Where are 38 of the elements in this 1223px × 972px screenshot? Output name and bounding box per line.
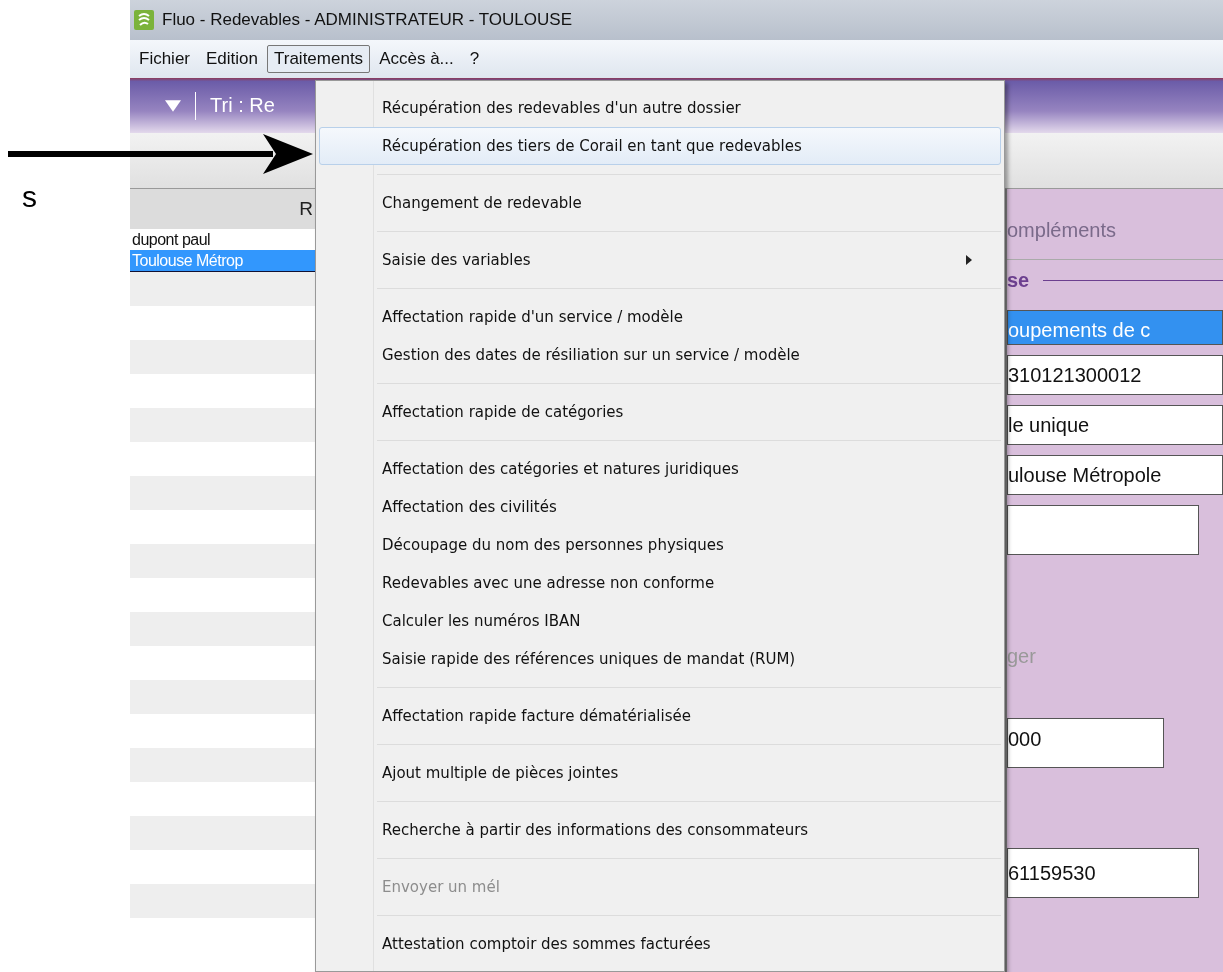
text-field[interactable]: ulouse Métropole xyxy=(1007,455,1223,495)
menu-bar-item[interactable]: Fichier xyxy=(132,45,197,73)
menu-item[interactable]: Affectation des catégories et natures juridiques xyxy=(319,450,1001,488)
menu-item[interactable]: Redevables avec une adresse non conforme xyxy=(319,564,1001,602)
column-header[interactable]: R xyxy=(130,189,315,229)
menu-item[interactable]: Ajout multiple de pièces jointes xyxy=(319,754,1001,792)
text-field[interactable]: 000 xyxy=(1007,718,1164,768)
menu-item[interactable]: Affectation rapide d'un service / modèle xyxy=(319,298,1001,336)
text-field[interactable]: 61159530 xyxy=(1007,848,1199,898)
menu-item[interactable]: Affectation rapide de catégories xyxy=(319,393,1001,431)
menu-item[interactable]: Découpage du nom des personnes physiques xyxy=(319,526,1001,564)
sort-label: Tri : Re xyxy=(210,94,275,117)
menu-item[interactable]: Récupération des redevables d'un autre dossier xyxy=(319,89,1001,127)
menu-item[interactable]: Calculer les numéros IBAN xyxy=(319,602,1001,640)
menu-item[interactable]: Gestion des dates de résiliation sur un service / modèle xyxy=(319,336,1001,374)
menu-bar-item[interactable]: Traitements xyxy=(267,45,371,73)
menu-item[interactable]: Attestation comptoir des sommes facturées xyxy=(319,925,1001,963)
text-field[interactable]: 310121300012 xyxy=(1007,355,1223,395)
menu-item[interactable]: Changement de redevable xyxy=(319,184,1001,222)
menu-bar-item[interactable]: ? xyxy=(462,45,487,73)
menu-item[interactable]: Recherche à partir des informations des consommateurs xyxy=(319,811,1001,849)
section-title: se xyxy=(1007,268,1030,292)
window-title: Fluo - Redevables - ADMINISTRATEUR - TOULOUSE xyxy=(162,10,572,30)
text-field[interactable]: le unique xyxy=(1007,405,1223,445)
field-label: ger xyxy=(1007,645,1037,668)
list-row[interactable]: dupont paul xyxy=(130,229,315,250)
menu-item[interactable]: Saisie des variables xyxy=(319,241,1001,279)
side-text: s xyxy=(22,180,37,214)
menu-item[interactable]: Récupération des tiers de Corail en tant que redevables xyxy=(319,127,1001,165)
menu-item[interactable]: Affectation rapide facture dématérialisée xyxy=(319,697,1001,735)
menu-item[interactable]: Saisie rapide des références uniques de mandat (RUM) xyxy=(319,640,1001,678)
dropdown-triangle-icon[interactable] xyxy=(165,99,181,112)
menu-item[interactable]: Affectation des civilités xyxy=(319,488,1001,526)
app-logo-icon xyxy=(134,10,154,30)
menu-bar-item[interactable]: Accès à... xyxy=(372,45,461,73)
menu-bar-item[interactable]: Edition xyxy=(199,45,265,73)
text-field[interactable] xyxy=(1007,505,1199,555)
submenu-arrow-icon xyxy=(966,255,972,265)
